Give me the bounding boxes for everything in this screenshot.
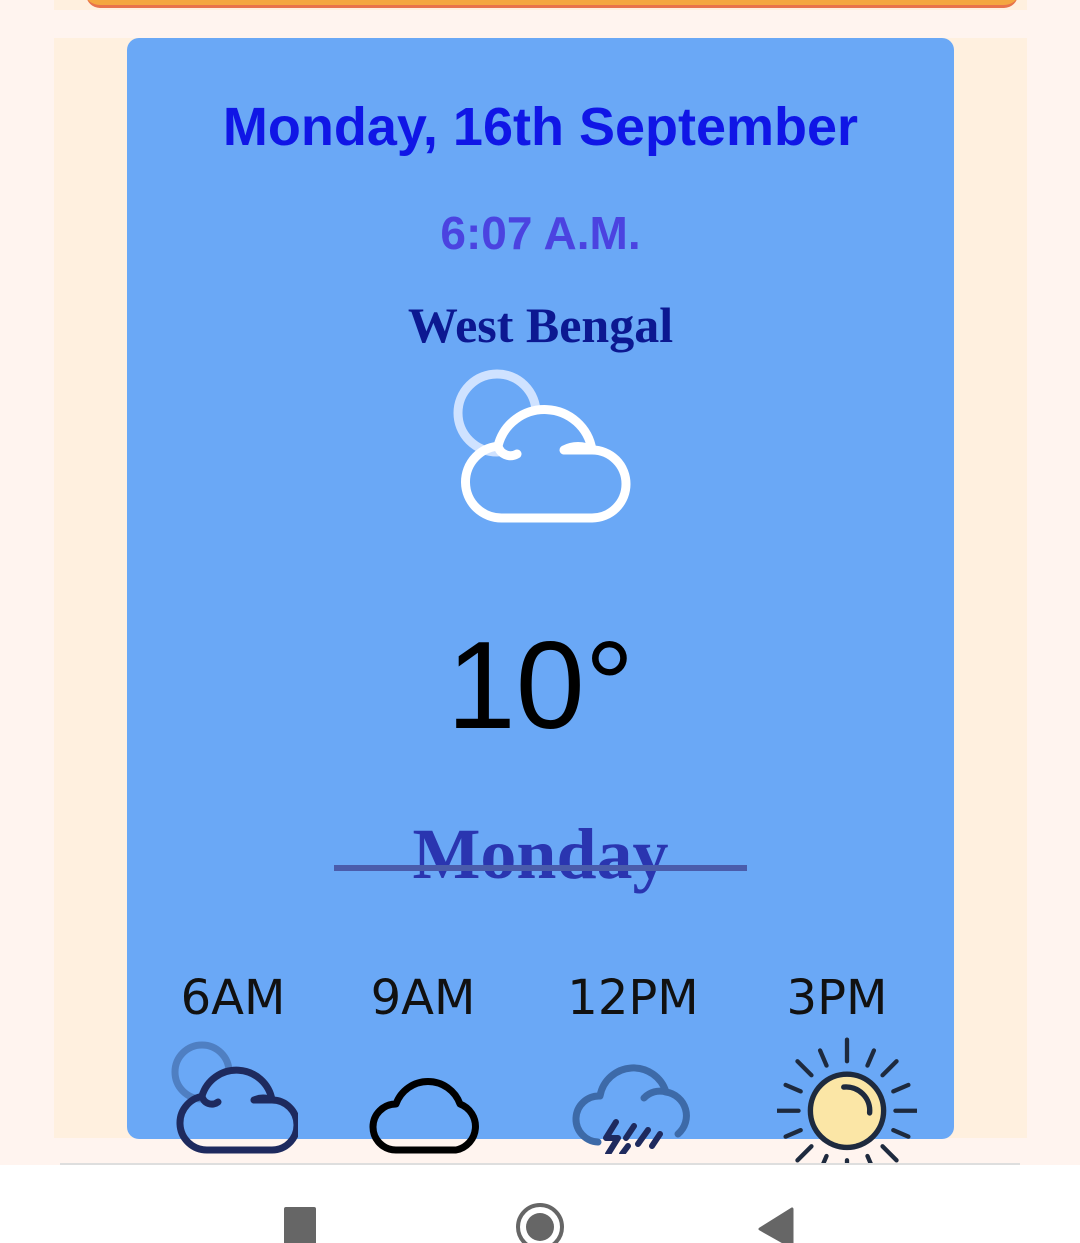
date-heading: Monday, 16th September — [222, 97, 859, 157]
circle-icon[interactable] — [514, 1201, 566, 1243]
partly-cloudy-icon — [453, 369, 631, 523]
partly-cloudy-icon — [171, 1041, 298, 1154]
thunderstorm-rain-icon — [572, 1064, 690, 1154]
current-time: 6:07 A.M. — [440, 207, 641, 259]
cloud-icon — [369, 1077, 479, 1154]
android-navigation-bar — [0, 1165, 1080, 1243]
forecast-slot-3pm[interactable]: 3PM — [757, 968, 917, 1170]
day-heading-underline — [334, 865, 747, 871]
top-search-bar-edge[interactable] — [86, 0, 1018, 8]
forecast-time-label: 6AM — [180, 970, 286, 1026]
forecast-slot-12pm[interactable]: 12PM — [553, 968, 713, 1154]
hourly-forecast: 6AM 9AM 12PM 3PM — [127, 968, 954, 1170]
forecast-time-label: 3PM — [786, 970, 888, 1026]
sun-icon — [777, 1037, 917, 1170]
square-icon[interactable] — [282, 1205, 318, 1243]
day-heading: Monday — [412, 814, 669, 894]
forecast-time-label: 9AM — [370, 970, 476, 1026]
weather-card: Monday, 16th September 6:07 A.M. West Be… — [127, 38, 954, 1170]
forecast-time-label: 12PM — [567, 970, 699, 1026]
triangle-back-icon[interactable] — [758, 1207, 796, 1243]
forecast-slot-9am[interactable]: 9AM — [343, 968, 503, 1154]
temperature-value: 10° — [446, 617, 635, 755]
forecast-slot-6am[interactable]: 6AM — [153, 968, 313, 1154]
location-name: West Bengal — [407, 297, 674, 353]
